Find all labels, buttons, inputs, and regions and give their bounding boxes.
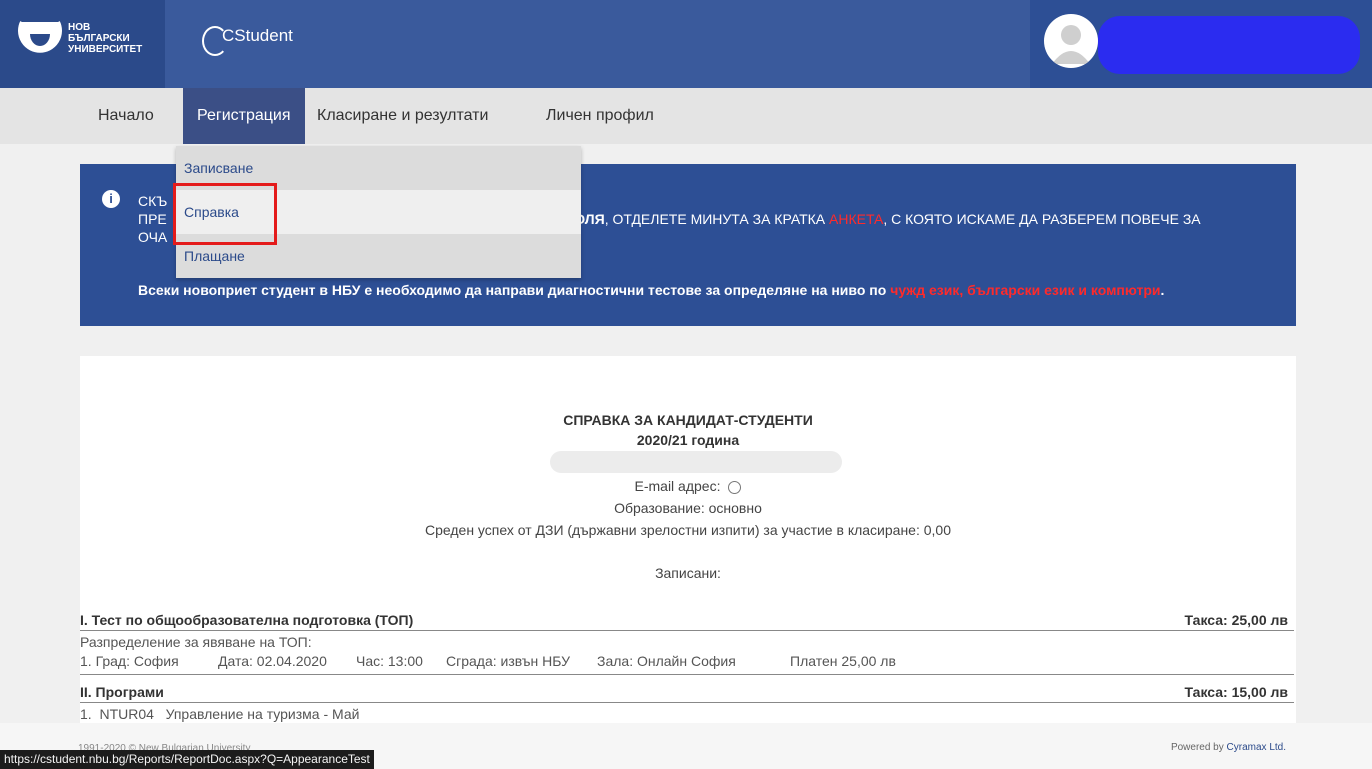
report-year: 2020/21 година [636,432,740,448]
nbu-logo-icon [18,21,62,53]
email-row: E-mail адрес: [80,478,1296,494]
banner-text: , ОТДЕЛЕТЕ МИНУТА ЗА КРАТКА [604,211,830,227]
top-paid: Платен 25,00 лв [790,653,896,669]
enrolled-label: Записани: [655,565,721,581]
nav-ranking-results[interactable]: Класиране и резултати [303,88,502,144]
section-programs-title: II. Програми [80,684,164,700]
powered-prefix: Powered by [1170,742,1227,753]
diagnostic-notice: Всеки новоприет студент в НБУ е необходи… [138,282,1288,298]
average-grade: Среден успех от ДЗИ (държавни зрелостни … [424,522,951,538]
cyramax-link[interactable]: Cyramax Ltd. [1227,742,1286,753]
logo-line: БЪЛГАРСКИ [68,33,130,44]
section-programs-fee: Такса: 15,00 лв [1184,684,1288,700]
section-top-fee: Такса: 25,00 лв [1184,612,1288,628]
section-top-header: I. Тест по общообразователна подготовка … [80,612,1294,628]
top-date: Дата: 02.04.2020 [218,653,327,669]
info-icon: i [102,190,120,208]
report-document: СПРАВКА ЗА КАНДИДАТ-СТУДЕНТИ 2020/21 год… [80,356,1296,723]
logo-line: НОВ [68,22,91,33]
email-label: E-mail адрес: [634,478,721,494]
divider [80,702,1294,703]
email-radio[interactable] [728,480,742,494]
nav-registration[interactable]: Регистрация [183,88,305,144]
banner-line-1: СКЪ [138,193,168,209]
app-name: CStudent [222,26,293,45]
section-top-title: I. Тест по общообразователна подготовка … [80,612,414,628]
user-avatar[interactable] [1044,14,1098,68]
banner-text: ПРЕ [138,211,167,227]
education: Образование: основно [614,500,762,516]
section-top-subtitle: Разпределение за явяване на ТОП: [80,634,312,650]
notice-end: . [1160,282,1165,298]
program-row: 1. NTUR04 Управление на туризма - Май [80,706,360,722]
nav-profile[interactable]: Личен профил [532,88,668,144]
logo-text: НОВ БЪЛГАРСКИ УНИВЕРСИТЕТ [68,22,142,55]
logo-line: УНИВЕРСИТЕТ [68,44,143,55]
top-time: Час: 13:00 [356,653,423,669]
nav-home[interactable]: Начало [84,88,168,144]
diagnostic-tests-link[interactable]: чужд език, български език и компютри [890,282,1160,298]
top-building: Сграда: извън НБУ [446,653,570,669]
university-logo[interactable]: НОВ БЪЛГАРСКИ УНИВЕРСИТЕТ [0,0,165,88]
top-hall: Зала: Онлайн София [597,653,736,669]
report-title: СПРАВКА ЗА КАНДИДАТ-СТУДЕНТИ [563,412,813,428]
section-programs-header: II. Програми Такса: 15,00 лв [80,684,1294,700]
notice-text: Всеки новоприет студент в НБУ е необходи… [138,282,891,298]
banner-line-3: ОЧА [138,229,168,245]
browser-status-url: https://cstudent.nbu.bg/Reports/ReportDo… [0,750,374,769]
highlight-box [173,183,277,245]
user-name-redacted[interactable] [1098,16,1360,74]
user-icon [1052,25,1090,64]
top-city: 1. Град: София [80,653,179,669]
student-name-redacted [550,451,842,473]
divider [80,674,1294,675]
survey-link[interactable]: АНКЕТА [829,211,883,227]
banner-text: , С КОЯТО ИСКАМЕ ДА РАЗБЕРЕМ ПОВЕЧЕ ЗА [883,211,1201,227]
app-brand[interactable]: CStudent [202,26,293,56]
divider [80,630,1294,631]
powered-by: Powered by Cyramax Ltd. [1171,742,1286,753]
